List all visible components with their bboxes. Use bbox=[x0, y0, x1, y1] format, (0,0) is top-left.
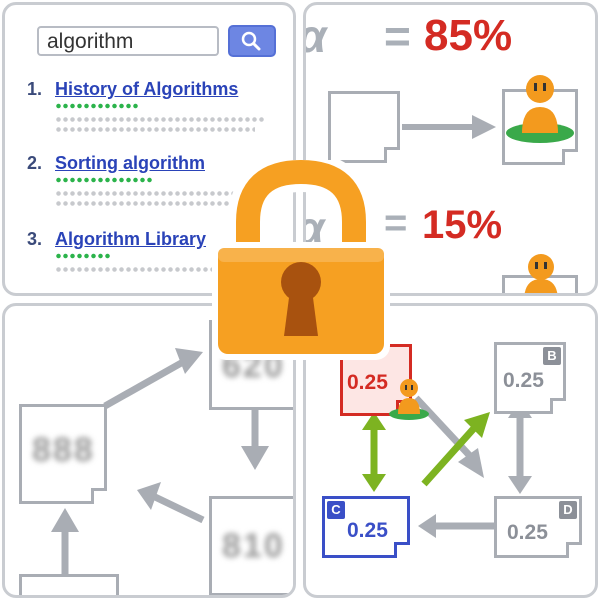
result-snippet-dots bbox=[55, 117, 265, 122]
search-button[interactable] bbox=[228, 25, 276, 57]
node-score: 0.25 bbox=[503, 369, 544, 392]
result-number: 3. bbox=[27, 229, 43, 249]
person-icon bbox=[524, 254, 558, 293]
person-icon bbox=[389, 379, 429, 420]
blurred-document: 888 bbox=[19, 404, 107, 504]
pagerank-node-d: D 0.25 bbox=[494, 496, 582, 558]
padlock-icon bbox=[212, 160, 390, 360]
right-arrow-icon bbox=[402, 115, 496, 139]
result-url-dots bbox=[55, 103, 139, 109]
source-document bbox=[328, 91, 400, 163]
document bbox=[19, 574, 119, 595]
result-url-dots bbox=[55, 253, 111, 259]
alpha-symbol: α bbox=[306, 10, 327, 62]
magnifier-icon bbox=[241, 31, 261, 51]
result-link[interactable]: History of Algorithms bbox=[55, 79, 238, 100]
equals-sign: = bbox=[384, 10, 411, 62]
person-icon bbox=[506, 75, 574, 143]
result-snippet-dots bbox=[55, 127, 255, 132]
result-number: 1. bbox=[27, 79, 43, 99]
result-number: 2. bbox=[27, 153, 43, 173]
node-score: 0.25 bbox=[347, 371, 388, 394]
node-score: 0.25 bbox=[507, 521, 548, 544]
equation-85: α bbox=[306, 9, 327, 63]
node-score: 0.25 bbox=[347, 519, 388, 542]
blurred-document: 810 bbox=[209, 496, 293, 595]
percent-85: 85% bbox=[424, 11, 513, 60]
result-link[interactable]: Sorting algorithm bbox=[55, 153, 205, 174]
result-link[interactable]: Algorithm Library bbox=[55, 229, 206, 250]
pagerank-node-c: C 0.25 bbox=[322, 496, 410, 558]
percent-15: 15% bbox=[422, 203, 503, 247]
result-url-dots bbox=[55, 177, 153, 183]
search-input[interactable]: algorithm bbox=[37, 26, 219, 56]
pagerank-node-b: B 0.25 bbox=[494, 342, 566, 414]
